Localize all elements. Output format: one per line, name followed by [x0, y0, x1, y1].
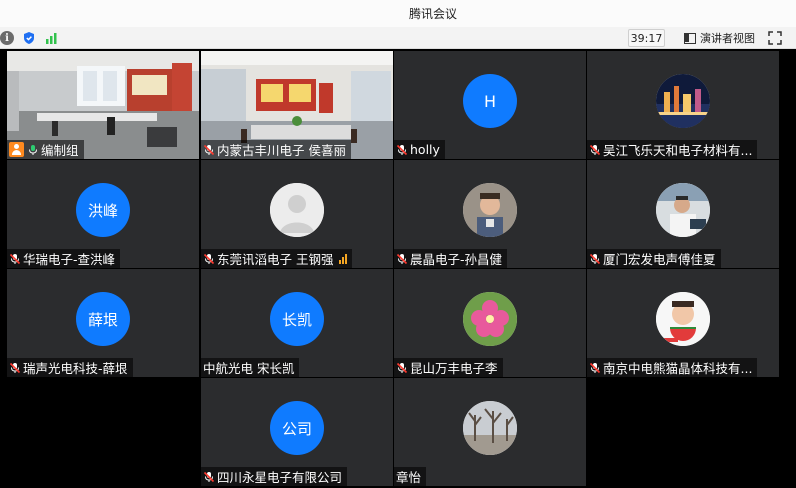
participant-name: 昆山万丰电子李: [410, 361, 498, 376]
participant-name: 南京中电熊猫晶体科技有...: [603, 361, 753, 376]
child-watermelon-icon: [656, 292, 710, 346]
participant-name: 厦门宏发电声傅佳夏: [603, 252, 716, 267]
participant-name: 晨晶电子-孙昌健: [410, 252, 503, 267]
participant-name: 瑞声光电科技-薛垠: [23, 361, 128, 376]
participant-tile[interactable]: 编制组: [7, 51, 199, 159]
participant-tile[interactable]: H holly: [394, 51, 586, 159]
participant-tile[interactable]: 长凯 中航光电 宋长凯: [201, 269, 393, 377]
participant-name-tag: 吴江飞乐天和电子材料有...: [587, 140, 758, 159]
participant-tile[interactable]: 东莞讯滔电子 王钢强: [201, 160, 393, 268]
microphone-active-icon: [29, 144, 37, 155]
participant-tile[interactable]: 晨晶电子-孙昌健: [394, 160, 586, 268]
microphone-muted-icon: [203, 253, 215, 264]
participant-tile[interactable]: 章怡: [394, 378, 586, 486]
info-icon[interactable]: i: [0, 31, 14, 45]
participant-tile[interactable]: 南京中电熊猫晶体科技有...: [587, 269, 779, 377]
meeting-timer: 39:17: [628, 29, 665, 47]
winter-trees-icon: [463, 401, 517, 455]
window-title: 腾讯会议: [408, 7, 457, 21]
participant-name-tag: 厦门宏发电声傅佳夏: [587, 249, 721, 268]
microphone-muted-icon: [9, 253, 21, 264]
participant-name: holly: [410, 142, 440, 157]
weak-signal-icon: [339, 253, 348, 264]
participant-name: 吴江飞乐天和电子材料有...: [603, 143, 753, 158]
participant-tile[interactable]: 薛垠 瑞声光电科技-薛垠: [7, 269, 199, 377]
participant-name-tag: holly: [394, 140, 445, 159]
title-bar: 腾讯会议: [0, 0, 796, 27]
microphone-muted-icon: [396, 253, 408, 264]
microphone-muted-icon: [589, 362, 601, 373]
participant-avatar: 洪峰: [76, 183, 130, 237]
microphone-muted-icon: [9, 362, 21, 373]
security-shield-icon[interactable]: [22, 31, 36, 45]
participant-name: 华瑞电子-查洪峰: [23, 252, 116, 267]
participant-name: 四川永星电子有限公司: [217, 470, 343, 485]
participant-grid: 编制组 内蒙古丰川电子 侯喜丽 H holly 吴江飞乐天和电子材料有... 洪…: [0, 49, 796, 488]
default-person-icon: [270, 183, 324, 237]
participant-tile[interactable]: 洪峰 华瑞电子-查洪峰: [7, 160, 199, 268]
participant-name-tag: 晨晶电子-孙昌健: [394, 249, 508, 268]
speaker-view-label: 演讲者视图: [700, 32, 755, 45]
microphone-muted-icon: [396, 144, 408, 155]
participant-avatar: 薛垠: [76, 292, 130, 346]
pink-flower-icon: [463, 292, 517, 346]
participant-tile[interactable]: 内蒙古丰川电子 侯喜丽: [201, 51, 393, 159]
participant-name: 中航光电 宋长凯: [203, 361, 295, 376]
participant-name-tag: 四川永星电子有限公司: [201, 467, 348, 486]
participant-name-tag: 编制组: [7, 140, 84, 159]
microphone-muted-icon: [589, 144, 601, 155]
speaker-view-button[interactable]: 演讲者视图: [684, 30, 755, 46]
participant-name-tag: 南京中电熊猫晶体科技有...: [587, 358, 758, 377]
participant-name-tag: 内蒙古丰川电子 侯喜丽: [201, 140, 351, 159]
participant-avatar: 长凯: [270, 292, 324, 346]
microphone-muted-icon: [589, 253, 601, 264]
participant-name-tag: 东莞讯滔电子 王钢强: [201, 249, 353, 268]
microphone-muted-icon: [203, 471, 215, 482]
city-night-icon: [656, 74, 710, 128]
meeting-toolbar: i 39:17 演讲者视图: [0, 27, 796, 49]
speaker-view-icon: [684, 32, 696, 44]
microphone-muted-icon: [396, 362, 408, 373]
fullscreen-icon[interactable]: [768, 31, 782, 45]
participant-name-tag: 昆山万丰电子李: [394, 358, 503, 377]
participant-avatar: 公司: [270, 401, 324, 455]
host-user-icon: [9, 142, 24, 157]
microphone-muted-icon: [203, 144, 215, 155]
participant-name: 内蒙古丰川电子 侯喜丽: [217, 143, 346, 158]
child-photo-icon: [463, 183, 517, 237]
participant-tile[interactable]: 昆山万丰电子李: [394, 269, 586, 377]
participant-tile[interactable]: 厦门宏发电声傅佳夏: [587, 160, 779, 268]
participant-tile[interactable]: 公司 四川永星电子有限公司: [201, 378, 393, 486]
network-signal-icon[interactable]: [44, 31, 58, 45]
participant-name: 章怡: [396, 470, 422, 485]
participant-avatar: H: [463, 74, 517, 128]
participant-name-tag: 中航光电 宋长凯: [201, 358, 300, 377]
participant-name: 东莞讯滔电子 王钢强: [217, 252, 334, 267]
participant-name: 编制组: [41, 143, 79, 158]
participant-name-tag: 华瑞电子-查洪峰: [7, 249, 121, 268]
person-desk-icon: [656, 183, 710, 237]
participant-name-tag: 瑞声光电科技-薛垠: [7, 358, 133, 377]
participant-name-tag: 章怡: [394, 467, 427, 486]
participant-tile[interactable]: 吴江飞乐天和电子材料有...: [587, 51, 779, 159]
